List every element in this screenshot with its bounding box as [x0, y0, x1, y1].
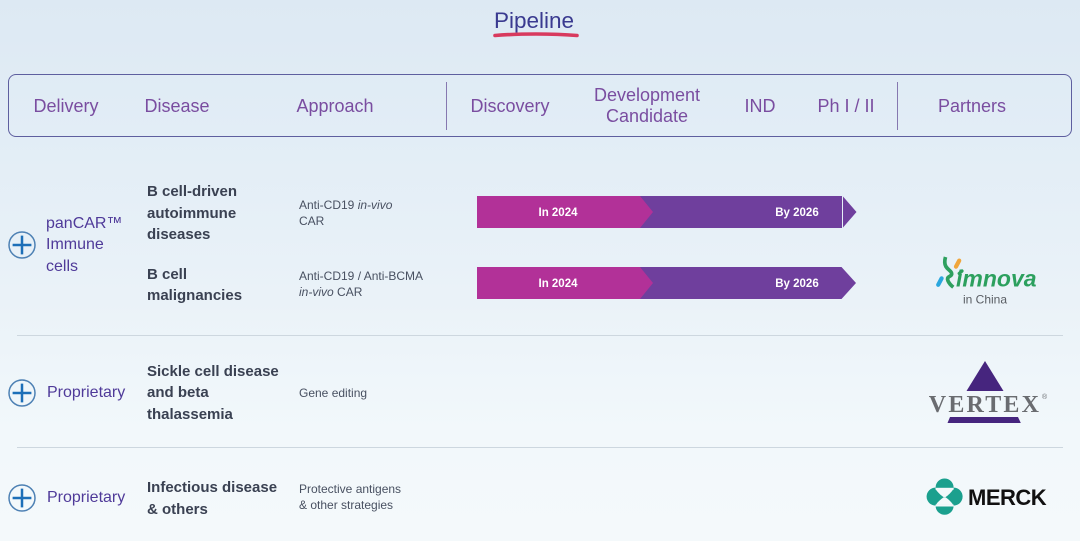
svg-text:®: ®: [1042, 393, 1048, 401]
svg-text:By 2026: By 2026: [775, 278, 818, 290]
svg-text:In 2024: In 2024: [539, 278, 579, 290]
svg-text:in China: in China: [963, 293, 1007, 307]
svg-text:By 2026: By 2026: [775, 207, 818, 219]
svg-text:VERTEX: VERTEX: [929, 392, 1041, 418]
svg-text:imnova: imnova: [956, 266, 1037, 292]
svg-text:MERCK: MERCK: [968, 485, 1047, 510]
svg-text:In 2024: In 2024: [539, 207, 579, 219]
